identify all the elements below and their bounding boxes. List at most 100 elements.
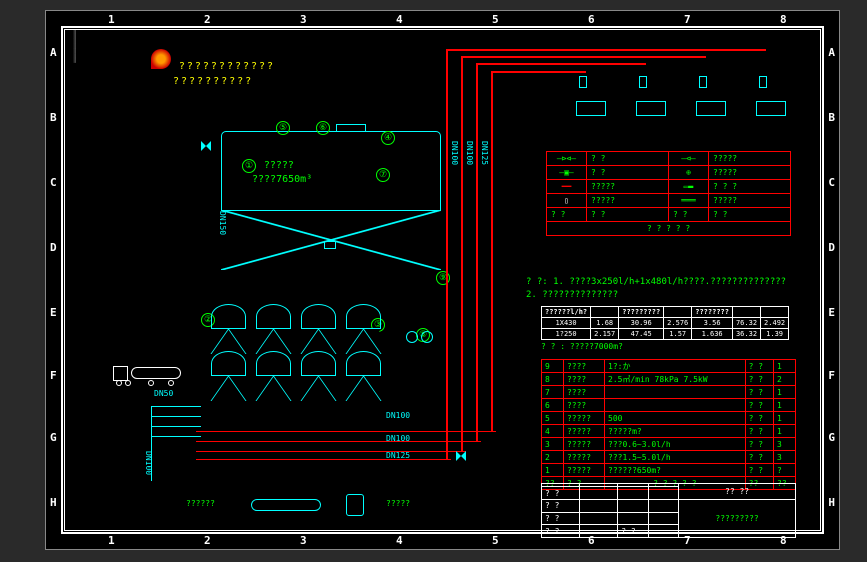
pipe-cyan <box>151 406 201 407</box>
outlet-valve <box>324 241 336 249</box>
col-label: 4 <box>396 13 403 26</box>
pipe-vertical <box>476 63 478 441</box>
pipe-vertical <box>446 49 448 459</box>
marker-6: ⑥ <box>316 121 330 135</box>
pipe-horizontal <box>461 56 706 58</box>
marker-6-pos: ⑥ <box>316 119 330 135</box>
row-label: A <box>828 46 835 59</box>
silo-cone <box>221 210 441 270</box>
top-nozzle <box>699 76 707 88</box>
tanker-truck <box>113 361 183 386</box>
pipe-size-label: DN150 <box>218 211 227 235</box>
col-label: 2 <box>204 534 211 547</box>
note-2: 2. ?????????????? <box>526 289 786 302</box>
bottom-equipment: ?????? ????? <box>246 499 446 529</box>
row-label: H <box>828 496 835 509</box>
row-label: H <box>50 496 57 509</box>
pipe-size-label: DN100 <box>450 141 459 165</box>
col-label: 3 <box>300 13 307 26</box>
pipe-horizontal <box>196 451 466 452</box>
legend-table: —⊳⊲—? ?—⊲—????? —▣—? ?⊕????? ━━?????▭▬? … <box>546 151 791 236</box>
row-label: E <box>50 306 57 319</box>
data-table: ??????l/h?????????????????? 1X4301.6830.… <box>541 306 789 351</box>
top-nozzle <box>639 76 647 88</box>
parts-list: 9????1?:か? ?1 8????2.5㎥/min 78kPa 7.5kW?… <box>541 359 796 490</box>
equip-label-1: ?????? <box>186 499 215 508</box>
pipe-horizontal <box>196 431 496 432</box>
marker-4-pos: ④ <box>381 129 395 145</box>
pipe-cyan <box>151 436 201 437</box>
pipe-size-label: DN100 <box>386 411 410 420</box>
drawing-notes: ? ?: 1. ????3x250l/h+1x480l/h????.??????… <box>526 276 786 302</box>
row-label: F <box>50 369 57 382</box>
hopper <box>346 351 381 411</box>
col-label: 1 <box>108 534 115 547</box>
wheel-icon <box>148 380 154 386</box>
small-vessel <box>346 494 364 516</box>
logo-text-1: ???????????? <box>179 61 275 72</box>
pipe-vertical <box>461 56 463 451</box>
tank-hatch <box>336 124 366 132</box>
silo-capacity: ????7650m³ <box>252 174 312 185</box>
truck-cab <box>113 366 128 381</box>
pipe-size-label: DN125 <box>386 451 410 460</box>
marker-5: ⑤ <box>276 121 290 135</box>
pipe-size-label: DN125 <box>480 141 489 165</box>
wheel-icon <box>116 380 122 386</box>
valve-icon <box>456 451 466 461</box>
hopper <box>256 351 291 411</box>
row-label: G <box>828 431 835 444</box>
row-label: D <box>50 241 57 254</box>
silo-body: ① ????? ????7650m³ <box>221 131 441 211</box>
col-label: 7 <box>684 13 691 26</box>
pipe-size-label: DN100 <box>465 141 474 165</box>
pipe-cyan <box>151 416 201 417</box>
col-label: 1 <box>108 13 115 26</box>
pump-icon <box>421 331 433 343</box>
pipe-size-label: DN100 <box>144 451 153 475</box>
silo-label: ????? <box>264 160 294 171</box>
top-hopper <box>696 101 726 136</box>
pipe-horizontal <box>446 49 766 51</box>
wheel-icon <box>168 380 174 386</box>
marker-7-pos: ⑦ <box>376 166 390 182</box>
valve-icon <box>201 141 211 151</box>
equip-label-2: ????? <box>386 499 410 508</box>
marker-4: ④ <box>381 131 395 145</box>
col-label: 8 <box>780 13 787 26</box>
row-label: C <box>50 176 57 189</box>
logo-text-2: ?????????? <box>173 76 253 87</box>
top-nozzle <box>579 76 587 88</box>
row-label: D <box>828 241 835 254</box>
row-label: F <box>828 369 835 382</box>
row-label: E <box>828 306 835 319</box>
note-1: ? ?: 1. ????3x250l/h+1x480l/h????.??????… <box>526 276 786 289</box>
col-label: 4 <box>396 534 403 547</box>
pipe-horizontal <box>196 441 481 442</box>
cad-drawing-frame: ═══════ 1 2 3 4 5 6 7 8 1 2 3 4 5 6 7 8 … <box>45 10 840 550</box>
symbol-legend: —⊳⊲—? ?—⊲—????? —▣—? ?⊕????? ━━?????▭▬? … <box>546 151 791 236</box>
pipe-horizontal <box>196 459 451 460</box>
col-label: 3 <box>300 534 307 547</box>
data-caption: ? ? : ?????7000m? <box>541 342 789 351</box>
col-label: 5 <box>492 534 499 547</box>
pipe-cyan <box>151 426 201 427</box>
top-nozzle <box>759 76 767 88</box>
pipe-size-label: DN50 <box>154 389 173 398</box>
company-logo: ???????????? ?????????? <box>151 49 275 88</box>
horizontal-vessel <box>251 499 321 511</box>
pipe-horizontal <box>491 71 586 73</box>
truck-tank <box>131 367 181 379</box>
legend-footer: ? ? ? ? ? <box>547 222 791 236</box>
wheel-icon <box>125 380 131 386</box>
top-hopper <box>636 101 666 136</box>
col-label: 5 <box>492 13 499 26</box>
hopper <box>301 351 336 411</box>
flame-icon <box>151 49 171 69</box>
top-hopper <box>576 101 606 136</box>
hopper <box>211 351 246 411</box>
col-label: 2 <box>204 13 211 26</box>
title-block: ?? ?? ? ? ? ?????????? ? ? ? ?? ? <box>541 483 796 538</box>
row-label: A <box>50 46 57 59</box>
pump-icon <box>406 331 418 343</box>
